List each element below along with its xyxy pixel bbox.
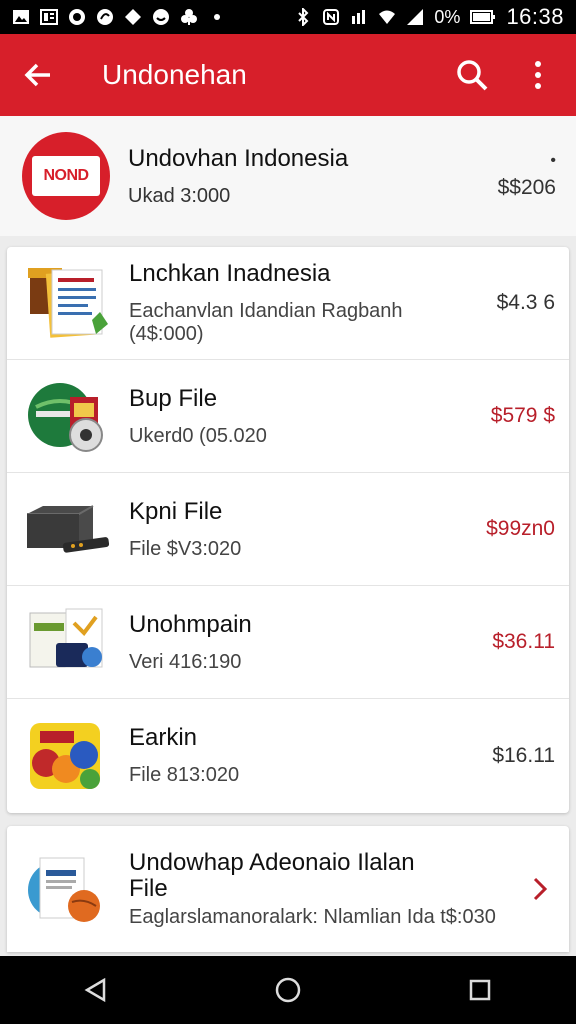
- chevron-right-icon: [533, 877, 548, 901]
- cell-signal-icon: [407, 9, 424, 25]
- item-price: $16.11: [492, 743, 555, 767]
- more-options-button[interactable]: [518, 55, 558, 95]
- status-bar: 0% 16:38: [0, 0, 576, 34]
- signal-alt-icon: [352, 10, 366, 24]
- item-price: $99zn0: [486, 517, 555, 540]
- item-subtitle: Ukerd0 (05.020: [129, 424, 267, 447]
- club-icon: [181, 9, 197, 25]
- back-triangle-icon: [84, 977, 106, 1003]
- search-icon: [457, 60, 488, 91]
- product-list: Lnchkan Inadnesia Eachanvlan Idandian Ra…: [7, 247, 569, 813]
- item-texts: Kpni File File $V3:020: [129, 498, 475, 561]
- fruits-package-icon: [23, 716, 113, 796]
- item-title: Unohmpain: [129, 610, 252, 638]
- nav-home-button[interactable]: [258, 960, 318, 1020]
- header-dot: •: [550, 152, 556, 169]
- nav-back-button[interactable]: [66, 960, 126, 1020]
- header-price: $$206: [497, 176, 556, 199]
- document-ball-icon: [23, 849, 113, 929]
- arrow-back-icon: [24, 63, 50, 87]
- wifi-icon: [379, 10, 396, 24]
- item-price: $579 $: [490, 404, 555, 427]
- router-device-icon: [23, 489, 113, 569]
- notification-icons: [12, 8, 226, 26]
- list-item[interactable]: Bup File Ukerd0 (05.020 $579 $: [7, 360, 569, 473]
- store-name: Undovhan Indonesia: [128, 144, 349, 172]
- clock: 16:38: [506, 4, 564, 29]
- item-title: Kpni File: [129, 497, 223, 525]
- featured-texts: Undowhap Adeonaio Ilalan File Eaglarslam…: [129, 848, 525, 929]
- item-texts: Lnchkan Inadnesia Eachanvlan Idandian Ra…: [129, 260, 475, 346]
- featured-item[interactable]: Undowhap Adeonaio Ilalan File Eaglarslam…: [7, 826, 569, 952]
- navigation-bar: [0, 956, 576, 1024]
- battery-icon: [470, 10, 496, 24]
- swirl-icon: [97, 9, 113, 25]
- item-texts: Unohmpain Veri 416:190: [129, 611, 475, 674]
- store-subtitle: Ukad 3:000: [128, 184, 231, 207]
- header-texts: Undovhan Indonesia Ukad 3:000: [128, 145, 498, 208]
- store-header[interactable]: NOND Undovhan Indonesia Ukad 3:000 • $$2…: [0, 116, 576, 236]
- item-texts: Earkin File 813:020: [129, 724, 475, 787]
- header-right: • $$206: [498, 152, 556, 200]
- logo-plate: NOND: [32, 156, 100, 196]
- nav-recents-button[interactable]: [450, 960, 510, 1020]
- app-bar: Undonehan: [0, 34, 576, 116]
- list-item[interactable]: Earkin File 813:020 $16.11: [7, 699, 569, 812]
- battery-percent: 0%: [434, 6, 461, 27]
- item-texts: Bup File Ukerd0 (05.020: [129, 385, 475, 448]
- item-price: $36.11: [492, 630, 555, 653]
- nfc-icon: [323, 9, 340, 25]
- diamond-icon: [125, 9, 141, 25]
- bluetooth-icon: [298, 8, 309, 26]
- list-item[interactable]: Unohmpain Veri 416:190 $36.11: [7, 586, 569, 699]
- list-item[interactable]: Lnchkan Inadnesia Eachanvlan Idandian Ra…: [7, 247, 569, 360]
- globe-box-icon: [23, 376, 113, 456]
- featured-title-line2: File: [129, 874, 168, 902]
- featured-title: Undowhap Adeonaio Ilalan: [129, 848, 415, 876]
- open-button[interactable]: [525, 876, 555, 902]
- item-title: Earkin: [129, 724, 198, 751]
- home-circle-icon: [275, 977, 301, 1003]
- dot-icon: [214, 14, 220, 20]
- document-stack-icon: [23, 263, 113, 343]
- target-icon: [69, 9, 85, 25]
- search-button[interactable]: [452, 55, 492, 95]
- more-vert-icon: [535, 61, 541, 89]
- item-title: Bup File: [129, 384, 218, 412]
- gallery-icon: [13, 10, 29, 24]
- store-logo: NOND: [22, 132, 110, 220]
- item-title: Lnchkan Inadnesia: [129, 260, 331, 287]
- item-price: $4.3 6: [496, 291, 555, 314]
- software-box-icon: [23, 602, 113, 682]
- featured-subtitle: Eaglarslamanoralark: Nlamlian Ida t$:030: [129, 905, 496, 928]
- item-subtitle: Eachanvlan Idandian Ragbanh (4$:000): [129, 300, 403, 345]
- list-item[interactable]: Kpni File File $V3:020 $99zn0: [7, 473, 569, 586]
- system-icons: 0% 16:38: [294, 4, 564, 30]
- recents-square-icon: [469, 979, 491, 1001]
- page-title: Undonehan: [102, 59, 247, 90]
- item-subtitle: Veri 416:190: [129, 650, 242, 673]
- item-subtitle: File 813:020: [129, 764, 240, 786]
- logo-text: NOND: [43, 167, 89, 184]
- smile-icon: [153, 9, 169, 25]
- news-icon: [40, 9, 58, 25]
- item-subtitle: File $V3:020: [129, 537, 242, 560]
- back-button[interactable]: [18, 55, 58, 95]
